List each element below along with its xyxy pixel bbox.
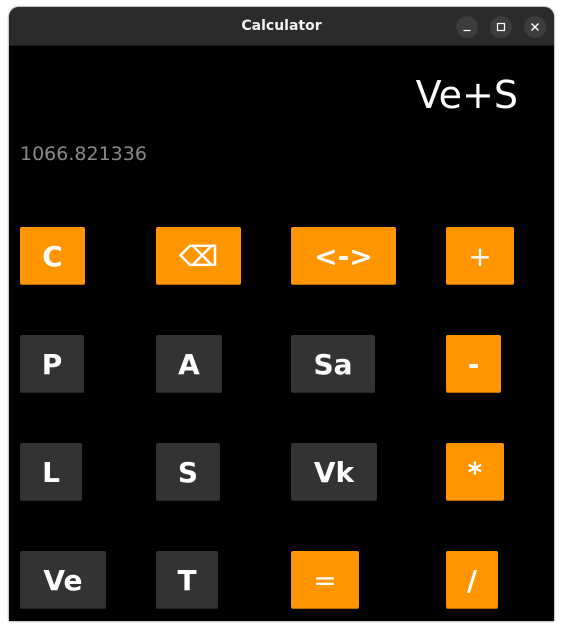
a-button[interactable]: A [156,335,222,393]
sa-button[interactable]: Sa [291,335,375,393]
backspace-icon: ⌫ [178,239,219,273]
equals-button[interactable]: = [291,551,359,609]
vk-button[interactable]: Vk [291,443,377,501]
maximize-button[interactable] [490,16,512,38]
divide-button[interactable]: / [446,551,498,609]
minus-button[interactable]: - [446,335,501,393]
multiply-button[interactable]: * [446,443,504,501]
t-button[interactable]: T [156,551,218,609]
l-button[interactable]: L [20,443,82,501]
minimize-button[interactable] [456,16,478,38]
ve-button[interactable]: Ve [20,551,106,609]
calculator-window: Calculator Ve+S 1066.821336 C ⌫ <-> + P … [9,7,554,621]
maximize-icon [496,22,506,32]
result-display: 1066.821336 [20,143,147,165]
backspace-button[interactable]: ⌫ [156,227,241,285]
expression-display: Ve+S [415,73,518,117]
s-button[interactable]: S [156,443,220,501]
close-button[interactable] [524,16,546,38]
plus-button[interactable]: + [446,227,514,285]
minimize-icon [463,29,471,32]
swap-button[interactable]: <-> [291,227,396,285]
clear-button[interactable]: C [20,227,85,285]
p-button[interactable]: P [20,335,84,393]
close-icon [531,23,539,31]
title-bar[interactable]: Calculator [9,7,554,46]
